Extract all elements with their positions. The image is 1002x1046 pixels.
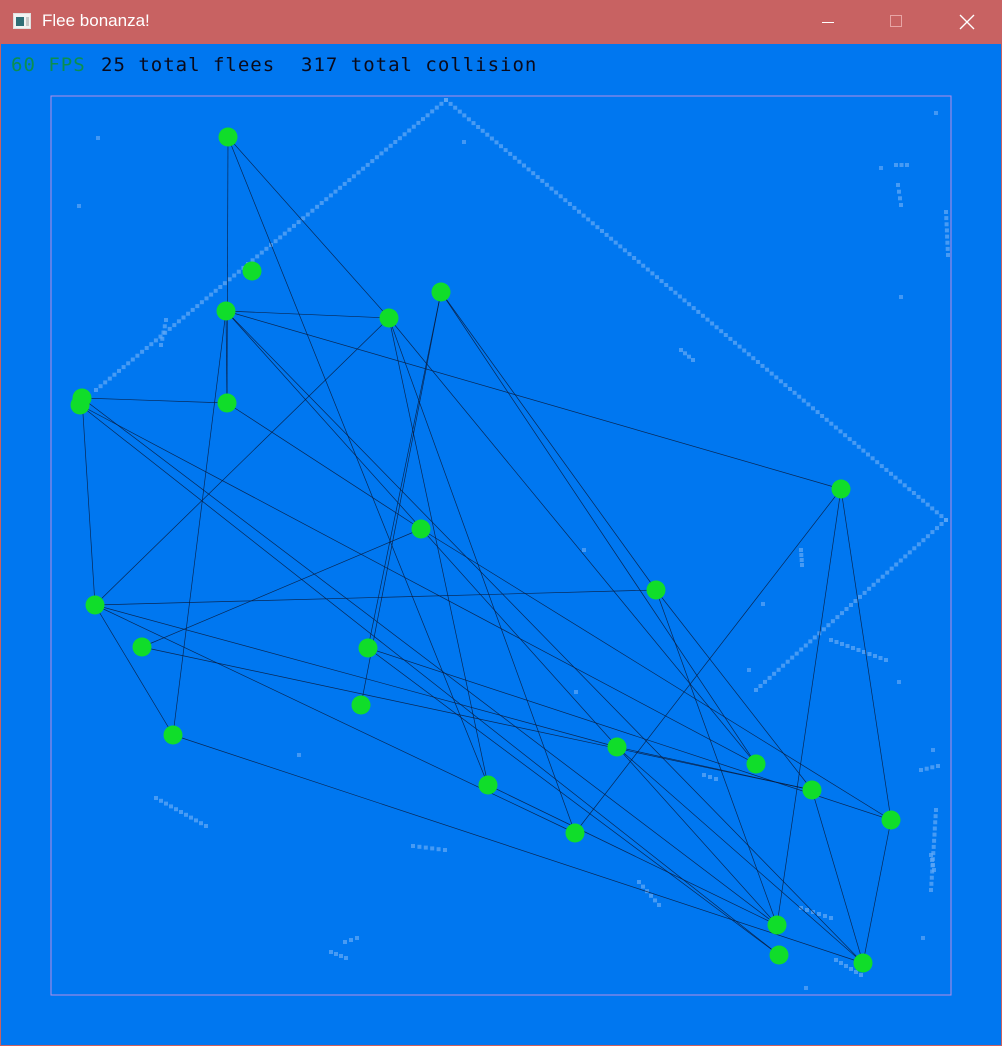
trail-particle <box>804 986 808 990</box>
trail-particle <box>761 602 765 606</box>
trail-particle <box>747 668 751 672</box>
flee-connection-line <box>616 746 864 964</box>
flee-trail <box>679 348 695 362</box>
flee-trail <box>343 936 359 944</box>
flee-ball <box>565 823 585 843</box>
flee-ball <box>607 737 627 757</box>
flee-connection-line <box>81 397 228 404</box>
trail-particle <box>921 936 925 940</box>
flee-ball <box>216 301 236 321</box>
flee-trail <box>829 638 888 662</box>
flee-trail <box>894 163 909 167</box>
flee-connection-line <box>81 397 96 606</box>
flee-ball <box>831 479 851 499</box>
trail-particle <box>297 753 301 757</box>
flee-ball <box>163 725 183 745</box>
arena-border <box>50 95 952 996</box>
flee-connection-line <box>94 589 657 606</box>
flee-ball <box>242 261 262 281</box>
trail-particle <box>574 690 578 694</box>
flee-ball <box>358 638 378 658</box>
flee-trail <box>896 183 903 207</box>
flee-ball <box>431 282 451 302</box>
flee-trail <box>754 518 948 692</box>
game-canvas[interactable] <box>1 0 1001 1046</box>
flee-trail <box>919 764 940 772</box>
flee-connection-line <box>225 310 778 926</box>
flee-connection-line <box>226 136 229 404</box>
flee-trail <box>444 98 948 522</box>
flee-trail <box>799 548 804 567</box>
flee-trail <box>154 796 208 828</box>
trail-layer <box>77 98 950 990</box>
flee-connection-line <box>655 589 813 791</box>
trail-particle <box>77 204 81 208</box>
trail-particle <box>96 136 100 140</box>
flee-ball <box>767 915 787 935</box>
flee-connection-line <box>440 291 757 765</box>
flee-ball <box>881 810 901 830</box>
flee-trail <box>929 808 938 892</box>
app-window: Flee bonanza! 60 FPS 25 total flees 317 … <box>0 0 1002 1046</box>
flee-ball <box>351 695 371 715</box>
flee-connection-line <box>225 310 864 964</box>
flee-connection-line <box>440 291 657 591</box>
flee-connection-line <box>616 746 813 791</box>
flee-ball <box>802 780 822 800</box>
flee-connection-line <box>367 647 780 956</box>
flee-connection-line <box>225 310 228 404</box>
flee-connection-line <box>94 317 390 606</box>
trail-particle <box>931 748 935 752</box>
flee-connection-line <box>226 402 422 530</box>
flee-connection-line <box>776 488 842 926</box>
flee-connection-line <box>227 136 489 786</box>
flee-connection-line <box>574 488 842 834</box>
flee-ball <box>646 580 666 600</box>
trail-particle <box>897 680 901 684</box>
flee-trail <box>929 853 936 872</box>
connection-layer <box>79 136 892 964</box>
trail-particle <box>899 295 903 299</box>
trail-particle <box>462 140 466 144</box>
flee-trail <box>637 880 661 907</box>
flee-connection-line <box>862 819 892 964</box>
flee-ball <box>218 127 238 147</box>
flee-connection-line <box>141 646 813 791</box>
flee-ball <box>217 393 237 413</box>
flee-connection-line <box>225 310 390 319</box>
flee-trail <box>411 844 447 852</box>
trail-particle <box>582 548 586 552</box>
flee-ball <box>85 595 105 615</box>
flee-trail <box>944 210 950 257</box>
flee-trail <box>329 950 348 960</box>
flee-connection-line <box>367 291 442 649</box>
flee-ball <box>132 637 152 657</box>
flee-ball <box>746 754 766 774</box>
flee-ball <box>70 395 90 415</box>
flee-layer <box>70 127 901 973</box>
flee-ball <box>478 775 498 795</box>
flee-connection-line <box>79 404 780 956</box>
flee-connection-line <box>172 310 227 736</box>
flee-ball <box>379 308 399 328</box>
flee-trail <box>799 906 833 920</box>
trail-particle <box>879 166 883 170</box>
flee-ball <box>411 519 431 539</box>
flee-connection-line <box>227 136 390 319</box>
flee-connection-line <box>840 488 892 821</box>
flee-connection-line <box>94 604 576 834</box>
trail-particle <box>934 111 938 115</box>
flee-connection-line <box>81 397 778 926</box>
flee-ball <box>769 945 789 965</box>
flee-connection-line <box>94 604 174 736</box>
flee-trail <box>702 773 718 781</box>
flee-ball <box>853 953 873 973</box>
